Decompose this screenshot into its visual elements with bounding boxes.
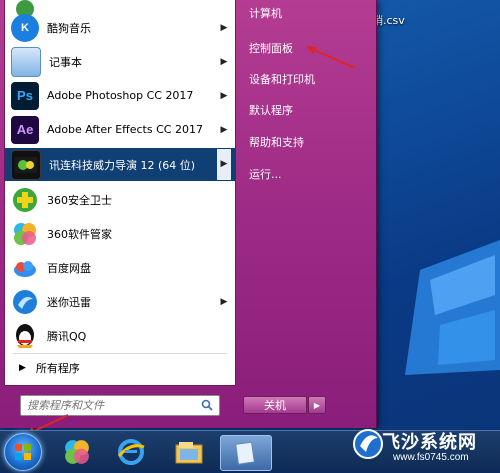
program-item-360-safe[interactable]: 360安全卫士 (5, 183, 235, 216)
submenu-arrow-icon[interactable]: ▶ (217, 91, 231, 101)
program-item-baidu-netdisk[interactable]: 百度网盘 (5, 251, 235, 284)
program-label: 记事本 (49, 55, 82, 69)
all-programs-label: 所有程序 (35, 362, 80, 375)
right-item-default-programs[interactable]: 默认程序 (249, 102, 293, 118)
program-label: 腾讯QQ (47, 329, 87, 343)
program-label: 迷你迅雷 (47, 295, 91, 309)
submenu-arrow-icon[interactable]: ▶ (217, 149, 231, 180)
shutdown-options-arrow-icon[interactable]: ▶ (308, 396, 326, 414)
windows-wallpaper-logo (405, 240, 500, 375)
taskbar-360-software-icon[interactable] (52, 435, 102, 469)
program-item-360-software[interactable]: 360软件管家 (5, 217, 235, 250)
taskbar-ie-icon[interactable] (106, 435, 156, 469)
program-label: Adobe Photoshop CC 2017 (47, 89, 194, 102)
program-item-kugou[interactable]: K 酷狗音乐 ▶ (5, 11, 235, 44)
after-effects-icon: Ae (11, 115, 39, 144)
program-item-notepad[interactable]: 记事本 ▶ (5, 45, 235, 78)
right-item-control-panel[interactable]: 控制面板 (249, 40, 293, 56)
all-programs-button[interactable]: ▶ 所有程序 (5, 354, 235, 382)
photoshop-icon: Ps (11, 81, 39, 110)
watermark-url: www.fs0745.com (393, 452, 469, 463)
annotation-arrow-control-panel (306, 46, 356, 69)
qq-icon (11, 322, 39, 350)
program-item-xunlei[interactable]: 迷你迅雷 ▶ (5, 285, 235, 318)
taskbar-notepad-icon[interactable] (220, 435, 272, 471)
360-safe-icon (11, 186, 39, 214)
search-icon[interactable] (201, 399, 213, 411)
submenu-arrow-icon[interactable]: ▶ (217, 23, 231, 33)
right-item-devices-printers[interactable]: 设备和打印机 (249, 71, 315, 87)
right-item-help-support[interactable]: 帮助和支持 (249, 134, 304, 150)
kugou-icon: K (11, 13, 39, 42)
program-label: 360软件管家 (47, 227, 112, 241)
program-label: 百度网盘 (47, 261, 91, 275)
windows-logo-icon (15, 444, 31, 460)
360-software-icon (11, 220, 39, 248)
program-item-after-effects[interactable]: Ae Adobe After Effects CC 2017 ▶ (5, 113, 235, 146)
taskbar-explorer-icon[interactable] (164, 435, 214, 469)
baidu-netdisk-icon (11, 254, 39, 282)
program-label: 讯连科技威力导演 12 (64 位) (49, 158, 196, 172)
right-item-computer[interactable]: 计算机 (249, 5, 282, 21)
program-item-photoshop[interactable]: Ps Adobe Photoshop CC 2017 ▶ (5, 79, 235, 112)
program-label: 360安全卫士 (47, 193, 112, 207)
program-item-qq[interactable]: 腾讯QQ (5, 319, 235, 352)
start-menu-program-list: K 酷狗音乐 ▶ 记事本 ▶ Ps Adobe Photoshop CC 201… (4, 0, 236, 386)
notepad-icon (11, 46, 41, 77)
shutdown-button[interactable]: 关机 (243, 396, 307, 414)
submenu-arrow-icon[interactable]: ▶ (217, 125, 231, 135)
start-orb-button[interactable] (4, 433, 42, 471)
powerdirector-icon (11, 149, 41, 180)
submenu-arrow-icon[interactable]: ▶ (217, 297, 231, 307)
watermark-title: 飞沙系统网 (382, 432, 477, 453)
program-item-powerdirector[interactable]: 讯连科技威力导演 12 (64 位) ▶ (5, 148, 235, 181)
right-triangle-icon: ▶ (19, 363, 26, 373)
xunlei-icon (11, 288, 39, 316)
program-label: Adobe After Effects CC 2017 (47, 123, 203, 136)
program-label: 酷狗音乐 (47, 21, 91, 35)
submenu-arrow-icon[interactable]: ▶ (217, 57, 231, 67)
right-item-run[interactable]: 运行... (249, 166, 282, 182)
